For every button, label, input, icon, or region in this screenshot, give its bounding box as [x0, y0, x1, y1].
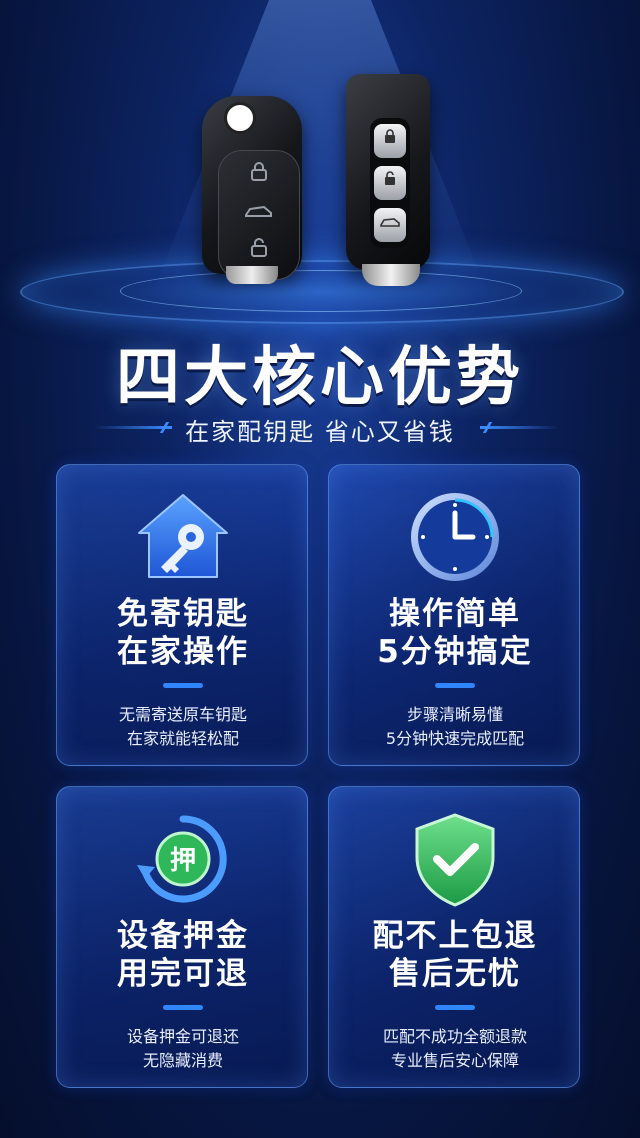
card-title: 配不上包退 售后无忧: [329, 917, 581, 993]
card-title-line2: 售后无忧: [389, 956, 521, 992]
subtitle-row: 在家配钥匙 省心又省钱: [0, 406, 640, 446]
card-description: 步骤清晰易懂 5分钟快速完成匹配: [329, 703, 581, 751]
clock-icon: [405, 487, 505, 587]
page-subtitle: 在家配钥匙 省心又省钱: [185, 418, 455, 446]
card-description: 无需寄送原车钥匙 在家就能轻松配: [57, 703, 309, 751]
card-title-line1: 配不上包退: [372, 918, 538, 954]
display-platform-ring: [120, 270, 522, 312]
smart-key-button-strip: [370, 118, 410, 248]
card-title-line1: 操作简单: [389, 596, 521, 632]
card-divider: [163, 683, 203, 688]
unlock-icon: [239, 237, 279, 267]
trunk-icon: [374, 208, 406, 242]
card-divider: [435, 1005, 475, 1010]
card-desc-line2: 无隐藏消费: [142, 1051, 223, 1070]
card-desc-line1: 步骤清晰易懂: [406, 705, 503, 724]
card-desc-line2: 专业售后安心保障: [390, 1051, 519, 1070]
smart-key-blade-tip: [362, 264, 420, 286]
card-desc-line1: 设备押金可退还: [126, 1027, 239, 1046]
smart-key-image: [346, 74, 432, 288]
card-title-line1: 免寄钥匙: [117, 596, 249, 632]
trunk-icon: [239, 199, 279, 229]
flip-key-button-pad: [218, 150, 300, 280]
card-desc-line2: 在家就能轻松配: [126, 729, 239, 748]
deposit-icon-text: 押: [170, 846, 196, 876]
card-divider: [163, 1005, 203, 1010]
card-title: 操作简单 5分钟搞定: [329, 595, 581, 671]
house-key-icon: [133, 487, 233, 587]
subtitle-decoration-right: [480, 426, 558, 429]
lock-icon: [374, 124, 406, 158]
lock-icon: [239, 161, 279, 191]
deposit-refund-icon: 押: [133, 809, 233, 909]
key-ring-hole: [224, 102, 256, 134]
card-description: 匹配不成功全额退款 专业售后安心保障: [329, 1025, 581, 1073]
card-title: 设备押金 用完可退: [57, 917, 309, 993]
flip-key-blade-tip: [226, 266, 278, 284]
flip-key-body: [202, 96, 302, 280]
card-desc-line1: 匹配不成功全额退款: [382, 1027, 527, 1046]
flip-key-image: [196, 76, 308, 286]
card-title: 免寄钥匙 在家操作: [57, 595, 309, 671]
feature-card-refundable-deposit: 押 设备押金 用完可退 设备押金可退还 无隐藏消费: [56, 786, 308, 1088]
card-title-line1: 设备押金: [117, 918, 249, 954]
feature-card-no-mailing: 免寄钥匙 在家操作 无需寄送原车钥匙 在家就能轻松配: [56, 464, 308, 766]
page-title: 四大核心优势: [116, 341, 524, 415]
card-desc-line2: 5分钟快速完成匹配: [385, 729, 525, 748]
card-divider: [435, 683, 475, 688]
card-title-line2: 用完可退: [117, 956, 249, 992]
smart-key-body: [346, 74, 430, 270]
card-title-line2: 5分钟搞定: [377, 634, 533, 670]
card-description: 设备押金可退还 无隐藏消费: [57, 1025, 309, 1073]
feature-card-easy-operation: 操作简单 5分钟搞定 步骤清晰易懂 5分钟快速完成匹配: [328, 464, 580, 766]
card-desc-line1: 无需寄送原车钥匙: [118, 705, 247, 724]
feature-card-refund-guarantee: 配不上包退 售后无忧 匹配不成功全额退款 专业售后安心保障: [328, 786, 580, 1088]
shield-check-icon: [405, 809, 505, 909]
card-title-line2: 在家操作: [117, 634, 249, 670]
unlock-icon: [374, 166, 406, 200]
